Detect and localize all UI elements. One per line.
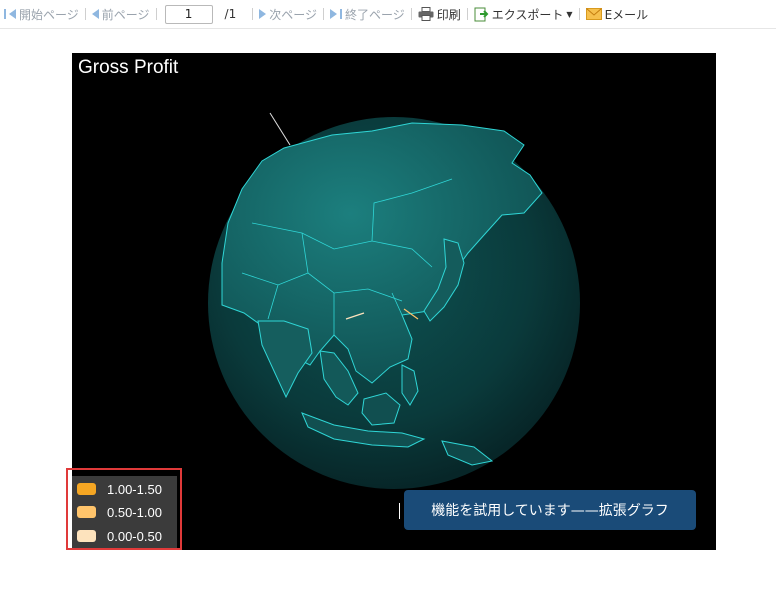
last-page-button[interactable]: 終了ページ <box>329 0 405 28</box>
next-page-icon <box>259 9 267 19</box>
next-page-button[interactable]: 次ページ <box>259 0 317 28</box>
toolbar-divider <box>322 8 324 20</box>
page-total: /1 <box>224 7 237 21</box>
first-page-label: 開始ページ <box>19 7 79 22</box>
chevron-down-icon: ▼ <box>566 9 573 19</box>
export-label: エクスポート <box>491 7 564 22</box>
envelope-icon <box>585 8 602 20</box>
toolbar-divider <box>410 8 412 20</box>
export-button[interactable]: エクスポート ▼ <box>474 0 573 28</box>
page-number-input[interactable] <box>164 4 213 24</box>
next-page-label: 次ページ <box>269 7 317 22</box>
prev-page-button[interactable]: 前ページ <box>91 0 150 28</box>
report-toolbar: 開始ページ 前ページ /1 次ページ 終了ページ 印刷 エクスポート ▼ <box>0 0 776 29</box>
text-cursor <box>399 503 400 519</box>
prev-page-label: 前ページ <box>101 7 150 22</box>
email-button[interactable]: Eメール <box>585 0 649 28</box>
export-icon <box>474 7 489 21</box>
first-page-button[interactable]: 開始ページ <box>4 0 79 28</box>
email-label: Eメール <box>604 7 649 22</box>
legend-highlight-box <box>66 468 182 550</box>
first-page-icon <box>4 9 6 19</box>
toolbar-divider <box>155 8 157 20</box>
toolbar-divider <box>252 8 254 20</box>
prev-page-icon <box>91 9 99 19</box>
toolbar-divider <box>84 8 86 20</box>
last-page-icon <box>329 9 337 19</box>
data-line <box>269 112 291 146</box>
print-button[interactable]: 印刷 <box>418 0 461 28</box>
last-page-label: 終了ページ <box>344 7 405 22</box>
print-label: 印刷 <box>436 7 461 22</box>
printer-icon <box>418 7 434 21</box>
toolbar-divider <box>578 8 580 20</box>
trial-banner: 機能を試用しています——拡張グラフ <box>404 490 696 530</box>
chart-title: Gross Profit <box>78 57 179 78</box>
toolbar-divider <box>466 8 468 20</box>
